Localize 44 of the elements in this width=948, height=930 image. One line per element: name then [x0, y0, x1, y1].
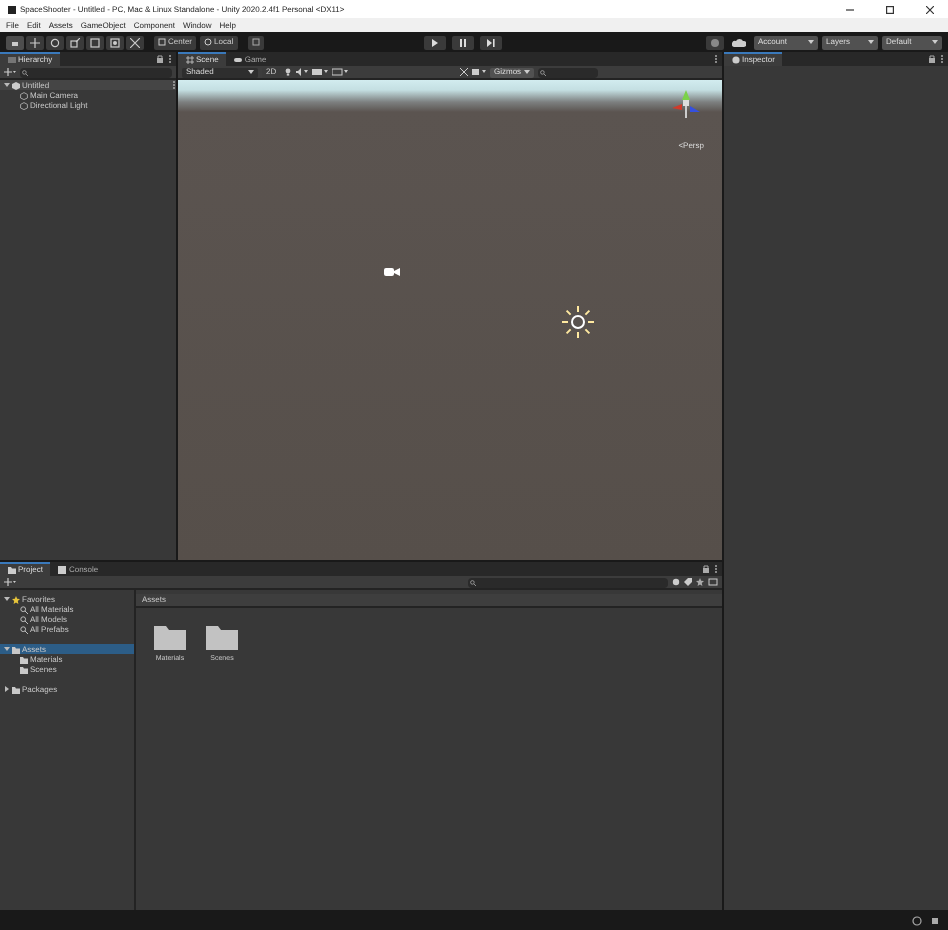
caret-icon: [932, 40, 938, 44]
search-icon: [470, 579, 476, 585]
search-field[interactable]: [20, 67, 172, 77]
maximize-icon[interactable]: [886, 5, 894, 13]
star-icon[interactable]: [696, 578, 704, 586]
light-icon[interactable]: [284, 68, 293, 76]
step-icon[interactable]: [486, 37, 496, 47]
scale-tool-icon[interactable]: [70, 37, 80, 47]
local-icon: [204, 38, 213, 46]
folder-icon: [12, 685, 20, 693]
lock-icon[interactable]: [156, 54, 164, 64]
camera-gizmo-icon[interactable]: [384, 266, 400, 278]
caret-icon: [524, 70, 530, 74]
minimize-icon[interactable]: [846, 5, 854, 13]
search-field[interactable]: [468, 577, 668, 587]
transform-tool-icon[interactable]: [110, 37, 120, 47]
grid-icon: [186, 56, 194, 64]
pause-icon[interactable]: [458, 37, 468, 47]
expand-arrow-icon[interactable]: [4, 686, 10, 692]
audio-icon[interactable]: [296, 68, 309, 76]
play-icon[interactable]: [430, 37, 440, 47]
expand-arrow-icon[interactable]: [4, 82, 10, 88]
lock-icon[interactable]: [928, 54, 936, 64]
search-icon: [22, 69, 28, 75]
lock-icon[interactable]: [702, 564, 710, 574]
rect-tool-icon[interactable]: [90, 37, 100, 47]
search-icon: [540, 69, 546, 75]
expand-arrow-icon[interactable]: [4, 646, 10, 652]
caret-icon: [808, 40, 814, 44]
add-icon[interactable]: [4, 578, 16, 586]
folder-icon[interactable]: [206, 624, 238, 650]
visibility-icon[interactable]: [708, 578, 718, 586]
caret-icon: [248, 70, 254, 74]
caret-icon: [868, 40, 874, 44]
cloud-icon[interactable]: [732, 37, 746, 47]
search-field[interactable]: [538, 67, 598, 77]
star-icon: [12, 595, 20, 603]
add-icon[interactable]: [4, 68, 16, 76]
folder-icon[interactable]: [154, 624, 186, 650]
expand-arrow-icon[interactable]: [4, 596, 10, 602]
sun-gizmo-icon[interactable]: [562, 306, 594, 338]
close-icon[interactable]: [926, 5, 934, 13]
move-tool-icon[interactable]: [30, 37, 40, 47]
rotate-tool-icon[interactable]: [50, 37, 60, 47]
